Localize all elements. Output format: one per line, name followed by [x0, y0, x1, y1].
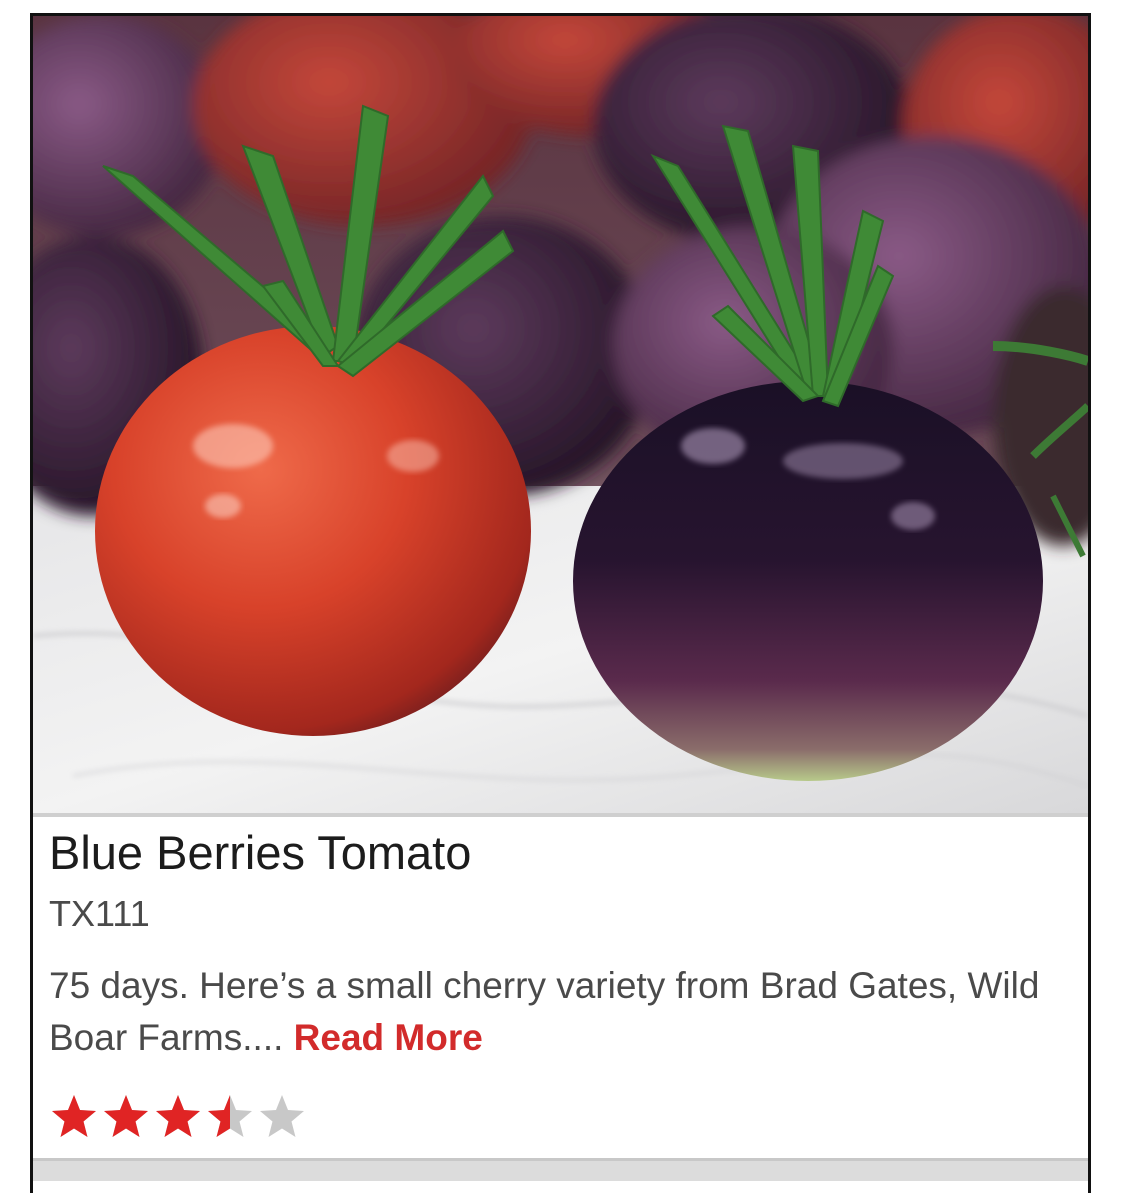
product-title[interactable]: Blue Berries Tomato — [49, 826, 471, 880]
description-text: 75 days. Here’s a small cherry variety f… — [49, 965, 1040, 1058]
star-icon — [156, 1095, 200, 1137]
star-icon — [104, 1095, 148, 1137]
card-bottom-edge — [33, 1158, 1088, 1181]
product-card: Blue Berries Tomato TX111 75 days. Here’… — [30, 13, 1091, 1193]
product-description: 75 days. Here’s a small cherry variety f… — [49, 960, 1049, 1064]
read-more-link[interactable]: Read More — [294, 1017, 483, 1058]
rating-stars — [49, 1093, 307, 1139]
star-icon — [52, 1095, 96, 1137]
product-sku: TX111 — [49, 893, 150, 934]
star-half-icon — [208, 1095, 252, 1137]
image-divider — [33, 813, 1088, 817]
product-image[interactable] — [33, 16, 1088, 813]
star-empty-icon — [260, 1095, 304, 1137]
